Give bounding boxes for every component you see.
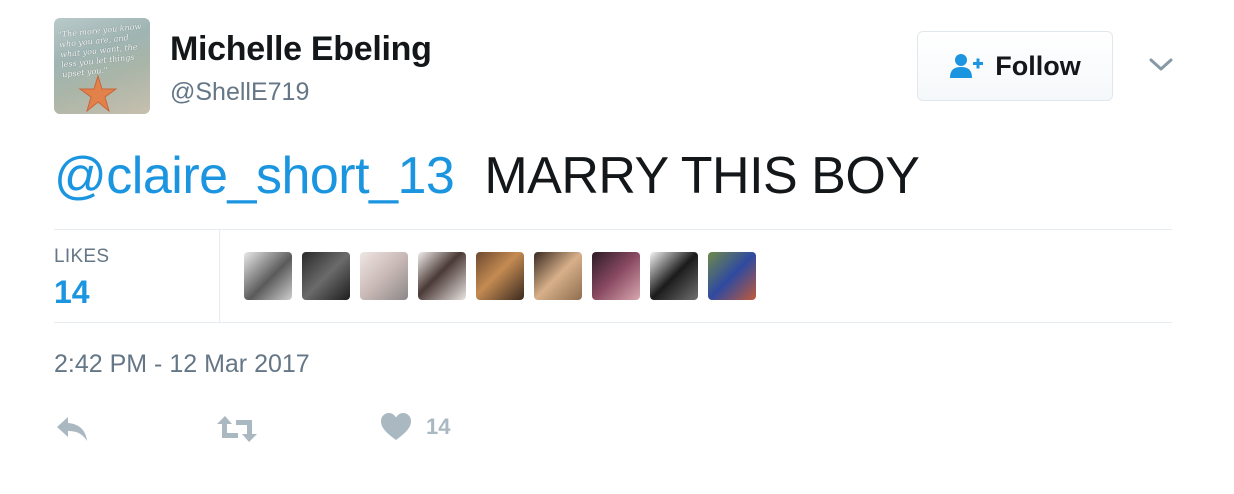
liker-avatar[interactable] [360,252,408,300]
person-add-icon [950,54,984,78]
avatar[interactable]: "The more you know who you are, and what… [54,18,150,114]
likers-list [244,252,756,300]
liker-avatar[interactable] [650,252,698,300]
liker-avatar[interactable] [476,252,524,300]
follow-label: Follow [995,50,1081,81]
user-handle[interactable]: @ShellE719 [170,78,309,107]
tweet-text: @claire_short_13 MARRY THIS BOY [54,146,920,206]
liker-avatar[interactable] [244,252,292,300]
liker-avatar[interactable] [418,252,466,300]
user-name[interactable]: Michelle Ebeling [170,30,432,69]
avatar-quote: "The more you know who you are, and what… [57,21,142,80]
retweet-button[interactable] [216,412,258,446]
heart-icon [381,413,411,440]
liker-avatar[interactable] [592,252,640,300]
like-count: 14 [426,414,451,439]
like-button[interactable]: 14 [380,412,450,442]
chevron-down-icon[interactable] [1148,56,1174,74]
tweet-timestamp[interactable]: 2:42 PM - 12 Mar 2017 [54,350,310,379]
reply-button[interactable] [54,412,90,446]
likes-count[interactable]: 14 [54,274,90,311]
mention-link[interactable]: @claire_short_13 [54,147,455,205]
liker-avatar[interactable] [708,252,756,300]
reply-icon [57,417,87,441]
starfish-image [78,74,118,113]
retweet-icon [217,416,257,442]
tweet-body: MARRY THIS BOY [484,147,920,205]
follow-button[interactable]: Follow [917,31,1113,101]
likes-label[interactable]: LIKES [54,246,109,268]
stats-divider [219,230,220,322]
tweet-stats: LIKES 14 [54,229,1172,323]
liker-avatar[interactable] [534,252,582,300]
liker-avatar[interactable] [302,252,350,300]
